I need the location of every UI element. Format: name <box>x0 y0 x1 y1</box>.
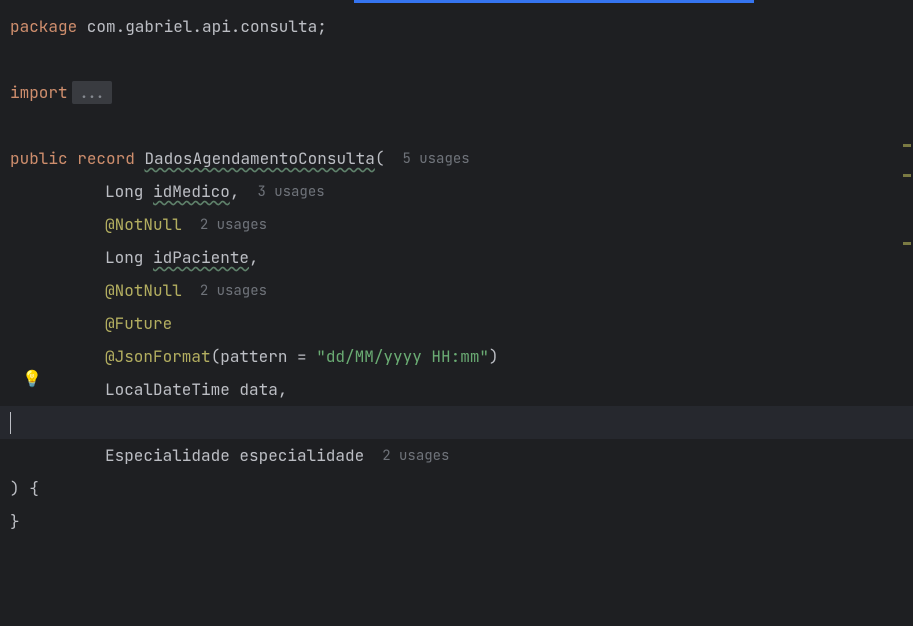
param-data[interactable]: data <box>239 379 277 400</box>
code-line-current[interactable] <box>0 406 913 439</box>
open-paren: ( <box>211 346 221 367</box>
param-idmedico[interactable]: idMedico <box>153 181 230 202</box>
code-editor-area[interactable]: package com.gabriel.api.consulta; import… <box>0 0 913 622</box>
type-localdatetime: LocalDateTime <box>105 379 239 400</box>
annotation-future[interactable]: @Future <box>105 313 172 334</box>
code-line[interactable]: Especialidade especialidade 2 usages <box>0 439 913 472</box>
record-name[interactable]: DadosAgendamentoConsulta <box>144 148 374 169</box>
usage-hint[interactable]: 2 usages <box>382 447 449 465</box>
keyword-import: import <box>10 82 68 103</box>
warning-marker[interactable] <box>903 242 911 245</box>
scrollbar[interactable] <box>901 4 913 626</box>
comma: , <box>278 379 288 400</box>
code-line[interactable]: Long idPaciente, <box>0 241 913 274</box>
warning-marker[interactable] <box>903 144 911 147</box>
param-idpaciente[interactable]: idPaciente <box>153 247 249 268</box>
comma: , <box>249 247 259 268</box>
code-line-empty[interactable] <box>0 43 913 76</box>
string-literal: "dd/MM/yyyy HH:mm" <box>316 346 489 367</box>
type-long: Long <box>105 181 153 202</box>
param-especialidade[interactable]: especialidade <box>239 445 364 466</box>
intention-bulb-icon[interactable]: 💡 <box>22 368 42 389</box>
code-line[interactable]: @NotNull 2 usages <box>0 208 913 241</box>
usage-hint[interactable]: 2 usages <box>200 216 267 234</box>
semicolon: ; <box>317 16 327 37</box>
code-line[interactable]: LocalDateTime data, <box>0 373 913 406</box>
attr-key: pattern = <box>220 346 316 367</box>
usage-hint[interactable]: 5 usages <box>402 150 469 168</box>
annotation-notnull[interactable]: @NotNull <box>105 214 182 235</box>
close-brace: } <box>10 511 20 532</box>
keyword-package: package <box>10 16 77 37</box>
usage-hint[interactable]: 3 usages <box>257 183 324 201</box>
code-line[interactable]: @NotNull 2 usages <box>0 274 913 307</box>
keyword-public: public <box>10 148 68 169</box>
code-line[interactable]: Long idMedico, 3 usages <box>0 175 913 208</box>
code-line-empty[interactable] <box>0 109 913 142</box>
annotation-notnull[interactable]: @NotNull <box>105 280 182 301</box>
text-cursor <box>10 412 11 434</box>
code-line[interactable]: @JsonFormat(pattern = "dd/MM/yyyy HH:mm"… <box>0 340 913 373</box>
package-path: com.gabriel.api.consulta <box>77 16 317 37</box>
annotation-jsonformat[interactable]: @JsonFormat <box>105 346 211 367</box>
type-especialidade: Especialidade <box>105 445 239 466</box>
code-line[interactable]: package com.gabriel.api.consulta; <box>0 10 913 43</box>
keyword-record: record <box>77 148 135 169</box>
usage-hint[interactable]: 2 usages <box>200 282 267 300</box>
code-line[interactable]: ) { <box>0 472 913 505</box>
type-long: Long <box>105 247 153 268</box>
open-paren: ( <box>375 148 385 169</box>
code-line[interactable]: } <box>0 505 913 538</box>
folded-region[interactable]: ... <box>72 81 113 104</box>
code-line[interactable]: @Future <box>0 307 913 340</box>
close-paren: ) <box>489 346 499 367</box>
code-line[interactable]: import... <box>0 76 913 109</box>
comma: , <box>230 181 240 202</box>
warning-marker[interactable] <box>903 174 911 177</box>
code-line[interactable]: public record DadosAgendamentoConsulta(5… <box>0 142 913 175</box>
close-paren-brace: ) { <box>10 478 39 499</box>
